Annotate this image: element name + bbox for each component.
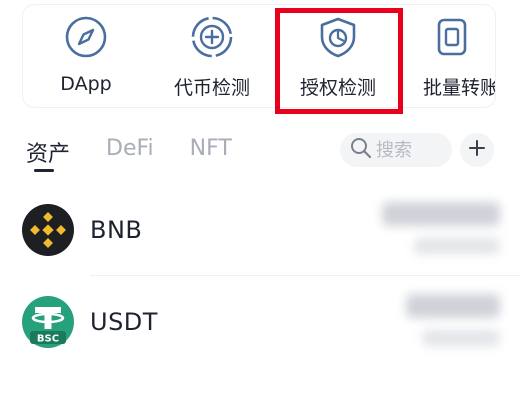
asset-row-bnb[interactable]: BNB bbox=[22, 196, 500, 266]
hidden-value bbox=[422, 330, 500, 346]
authorization-check-label: 授权检测 bbox=[299, 77, 376, 99]
add-token-button[interactable] bbox=[460, 133, 494, 167]
network-badge: BSC bbox=[37, 334, 59, 345]
shield-check-icon bbox=[316, 15, 360, 59]
batch-transfer-icon bbox=[429, 15, 473, 59]
hidden-balance bbox=[382, 202, 500, 226]
row-divider bbox=[90, 275, 520, 276]
asset-row-usdt[interactable]: BSC USDT bbox=[22, 288, 500, 358]
dapp-label: DApp bbox=[60, 73, 112, 95]
batch-transfer-button[interactable]: 批量转账 bbox=[409, 15, 495, 105]
token-check-label: 代币检测 bbox=[173, 77, 250, 99]
dapp-button[interactable]: DApp bbox=[31, 15, 141, 105]
authorization-check-button[interactable]: 授权检测 bbox=[283, 15, 393, 105]
asset-symbol: USDT bbox=[90, 308, 158, 336]
asset-tabs: 资产 DeFi NFT bbox=[26, 136, 268, 176]
tab-defi[interactable]: DeFi bbox=[106, 136, 154, 161]
quick-actions-card: DApp 代币检测 授权检测 批量转账 bbox=[22, 4, 496, 108]
plus-icon bbox=[468, 139, 486, 161]
usdt-icon: BSC bbox=[22, 296, 74, 348]
tab-nft[interactable]: NFT bbox=[190, 136, 232, 161]
asset-symbol: BNB bbox=[90, 216, 143, 244]
compass-icon bbox=[64, 15, 108, 59]
hidden-value bbox=[414, 238, 500, 254]
search-box[interactable] bbox=[340, 133, 452, 167]
search-input[interactable] bbox=[376, 139, 444, 161]
bnb-icon bbox=[22, 204, 74, 256]
hidden-balance bbox=[406, 294, 500, 318]
tab-assets[interactable]: 资产 bbox=[26, 136, 70, 172]
search-icon bbox=[350, 137, 372, 163]
token-check-icon bbox=[190, 15, 234, 59]
batch-transfer-label: 批量转账 bbox=[423, 77, 495, 99]
token-check-button[interactable]: 代币检测 bbox=[157, 15, 267, 105]
